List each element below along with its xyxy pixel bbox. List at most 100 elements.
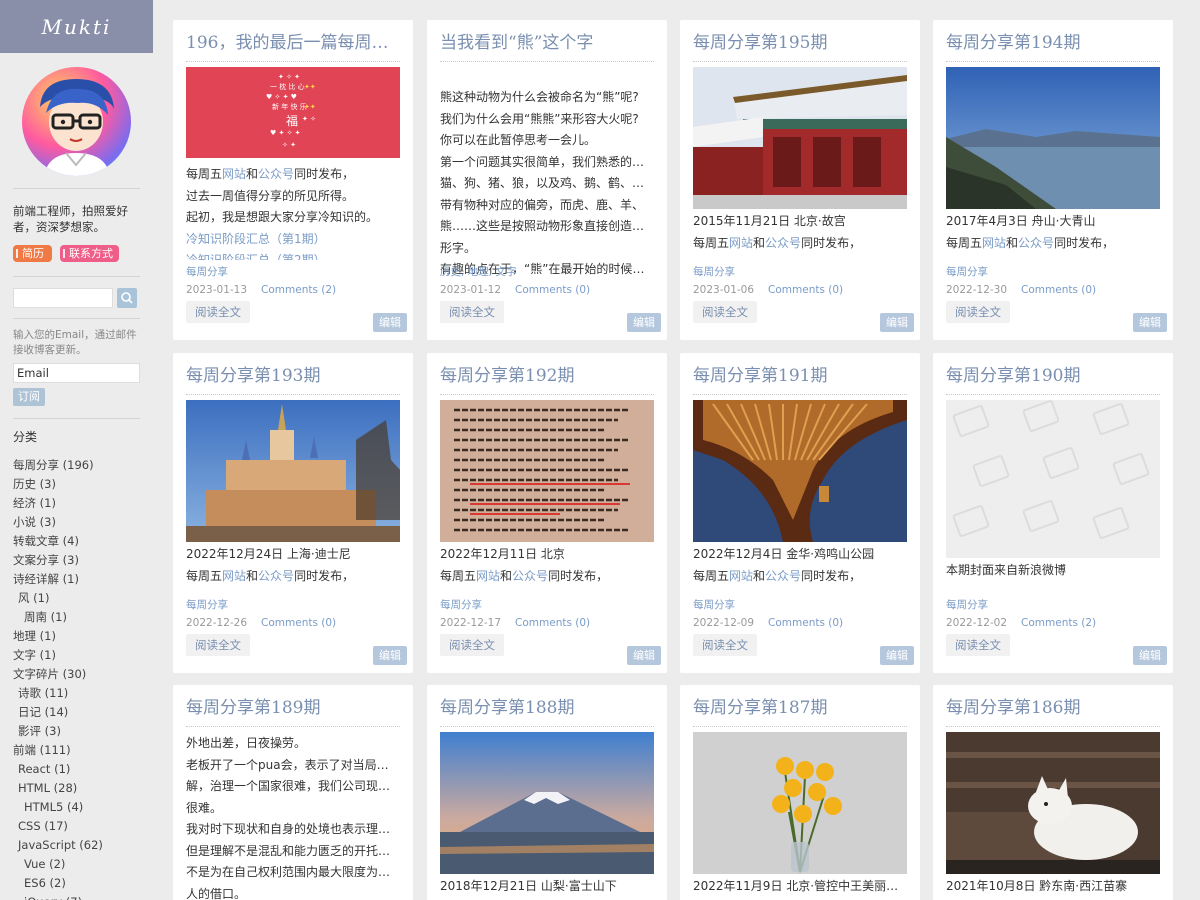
post-excerpt: 2021年10月8日 黔东南·西江苗寨每周五网站和公众号同时发布，: [946, 876, 1160, 900]
read-more-button[interactable]: 阅读全文: [440, 634, 504, 656]
weekly-prefix: 每周五: [186, 568, 223, 583]
post-title[interactable]: 每周分享第195期: [693, 30, 907, 56]
read-more-button[interactable]: 阅读全文: [186, 634, 250, 656]
wechat-link[interactable]: 公众号: [765, 236, 801, 250]
site-link[interactable]: 网站: [222, 167, 246, 181]
edit-button[interactable]: 编辑: [880, 646, 914, 665]
edit-button[interactable]: 编辑: [1133, 646, 1167, 665]
edit-button[interactable]: 编辑: [1133, 313, 1167, 332]
comments-link[interactable]: Comments (0): [515, 617, 590, 629]
post-title[interactable]: 当我看到“熊”这个字: [440, 30, 654, 56]
post-title[interactable]: 每周分享第188期: [440, 695, 654, 721]
edit-button[interactable]: 编辑: [373, 313, 407, 332]
wechat-link[interactable]: 公众号: [765, 569, 801, 583]
publish-suffix: 同时发布，: [801, 235, 862, 250]
post-date: 2022-12-26: [186, 617, 248, 629]
excerpt-line: 我对时下现状和自身的处境也表示理解。: [186, 822, 400, 836]
excerpt-line: 熊……这些是按照动物形象直接创造的象: [440, 219, 654, 233]
comments-link[interactable]: Comments (0): [768, 617, 843, 629]
publish-line: 每周五网站和公众号同时发布，: [440, 566, 654, 588]
post-title[interactable]: 每周分享第187期: [693, 695, 907, 721]
excerpt-line: 带有物种对应的偏旁，而虎、鹿、羊、: [440, 197, 645, 212]
and-text: 和: [753, 568, 766, 583]
title-divider: [186, 61, 400, 62]
comments-link[interactable]: Comments (2): [261, 284, 336, 296]
post-thumbnail[interactable]: [693, 732, 907, 874]
comments-link[interactable]: Comments (0): [261, 617, 336, 629]
wechat-link[interactable]: 公众号: [258, 569, 294, 583]
post-excerpt: 2022年11月9日 北京·管控中王美丽探监每周五网站和公众号同时发布，: [693, 876, 907, 900]
read-more-button[interactable]: 阅读全文: [186, 301, 250, 323]
and-text: 和: [1006, 235, 1019, 250]
post-thumbnail[interactable]: [440, 732, 654, 874]
post-title[interactable]: 每周分享第192期: [440, 363, 654, 389]
edit-button[interactable]: 编辑: [880, 313, 914, 332]
post-thumbnail[interactable]: [186, 400, 400, 542]
post-title[interactable]: 每周分享第193期: [186, 363, 400, 389]
post-thumbnail[interactable]: [693, 67, 907, 209]
post-title[interactable]: 196，我的最后一篇每周分享: [186, 30, 400, 56]
excerpt-link[interactable]: 冷知识阶段汇总（第2期）: [186, 250, 400, 260]
post-excerpt: 2022年12月4日 金华·鸡鸣山公园 每周五网站和公众号同时发布，: [693, 544, 907, 592]
read-more-button[interactable]: 阅读全文: [946, 634, 1010, 656]
post-thumbnail[interactable]: [946, 732, 1160, 874]
title-divider: [693, 61, 907, 62]
comments-link[interactable]: Comments (0): [1021, 284, 1096, 296]
post-card: 196，我的最后一篇每周分享 ✦ ✧ ✦ 一 枕 比 心 ♥ ✧ ✦ ♥ 新 年 快 乐…: [173, 20, 413, 340]
wechat-link[interactable]: 公众号: [258, 167, 294, 181]
wechat-link[interactable]: 公众号: [1018, 236, 1054, 250]
post-title[interactable]: 每周分享第191期: [693, 363, 907, 389]
svg-text:一 枕 比 心: 一 枕 比 心: [270, 82, 305, 91]
site-link[interactable]: 网站: [729, 236, 753, 250]
title-divider: [186, 394, 400, 395]
site-link[interactable]: 网站: [982, 236, 1006, 250]
publish-line: 每周五网站和公众号同时发布，: [946, 233, 1160, 255]
post-thumbnail[interactable]: [946, 400, 1160, 558]
title-divider: [693, 726, 907, 727]
excerpt-line: 解，治理一个国家很难，我们公司现在也: [186, 779, 400, 793]
post-date: 2023-01-06: [693, 284, 755, 296]
post-category[interactable]: 每周分享: [946, 597, 988, 612]
post-category[interactable]: 每周分享: [693, 264, 735, 279]
comments-link[interactable]: Comments (2): [1021, 617, 1096, 629]
post-thumbnail[interactable]: [440, 400, 654, 542]
post-title[interactable]: 每周分享第186期: [946, 695, 1160, 721]
photo-caption: 本期封面来自新浪微博: [946, 563, 1067, 577]
photo-caption: 2022年12月4日 金华·鸡鸣山公园: [693, 547, 875, 561]
edit-button[interactable]: 编辑: [627, 313, 661, 332]
post-date: 2022-12-30: [946, 284, 1008, 296]
post-excerpt: 本期封面来自新浪微博: [946, 560, 1160, 586]
post-category[interactable]: 历史, 地理, 文字: [440, 264, 516, 279]
site-link[interactable]: 网站: [476, 569, 500, 583]
photo-caption: 2015年11月21日 北京·故宫: [693, 214, 846, 228]
site-link[interactable]: 网站: [222, 569, 246, 583]
wechat-link[interactable]: 公众号: [512, 569, 548, 583]
edit-button[interactable]: 编辑: [373, 646, 407, 665]
edit-button[interactable]: 编辑: [627, 646, 661, 665]
post-thumbnail[interactable]: [693, 400, 907, 542]
read-more-button[interactable]: 阅读全文: [946, 301, 1010, 323]
post-category[interactable]: 每周分享: [946, 264, 988, 279]
svg-text:✧ ✦: ✧ ✦: [282, 141, 296, 149]
comments-link[interactable]: Comments (0): [768, 284, 843, 296]
excerpt-line: 熊这种动物为什么会被命名为“熊”呢?: [440, 90, 639, 104]
post-category[interactable]: 每周分享: [186, 597, 228, 612]
post-category[interactable]: 每周分享: [693, 597, 735, 612]
post-card: 每周分享第193期 2022年12月24日 上海·迪士尼 每周五网站和公众号同时发布…: [173, 353, 413, 673]
read-more-button[interactable]: 阅读全文: [440, 301, 504, 323]
and-text: 和: [753, 235, 766, 250]
post-category[interactable]: 每周分享: [440, 597, 482, 612]
read-more-button[interactable]: 阅读全文: [693, 301, 757, 323]
site-link[interactable]: 网站: [729, 569, 753, 583]
comments-link[interactable]: Comments (0): [515, 284, 590, 296]
post-thumbnail[interactable]: [946, 67, 1160, 209]
post-date: 2022-12-02: [946, 617, 1008, 629]
read-more-button[interactable]: 阅读全文: [693, 634, 757, 656]
post-meta: 2022-12-17 Comments (0): [440, 617, 590, 629]
post-title[interactable]: 每周分享第189期: [186, 695, 400, 721]
post-thumbnail[interactable]: ✦ ✧ ✦ 一 枕 比 心 ♥ ✧ ✦ ♥ 新 年 快 乐福 ✦ ✧ ♥ ✦ ✧ ✦ ✧ ✦…: [186, 67, 400, 158]
post-category[interactable]: 每周分享: [186, 264, 228, 279]
post-title[interactable]: 每周分享第190期: [946, 363, 1160, 389]
excerpt-link[interactable]: 冷知识阶段汇总（第1期）: [186, 229, 400, 251]
post-title[interactable]: 每周分享第194期: [946, 30, 1160, 56]
